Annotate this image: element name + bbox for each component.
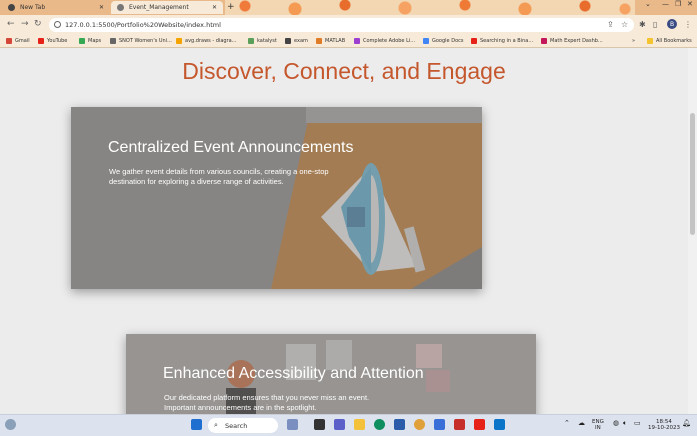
card-description: Our dedicated platform ensures that you … [164,393,370,412]
store-icon[interactable] [394,419,405,430]
bookmark-katalyst[interactable]: katalyst [248,38,277,44]
taskbar: ⌕ Search ⌃ ☁ ENG IN ◍ 🔈︎ ▭ 18:54 19-10-2… [0,414,697,436]
bookmark-star-icon[interactable]: ☆ [621,20,628,29]
globe-icon [117,4,124,11]
new-tab-button[interactable]: + [227,2,235,12]
clock-date: 19-10-2023 [648,425,680,431]
gmail-icon [6,38,12,44]
file-explorer-icon[interactable] [354,419,365,430]
chrome-icon [8,4,15,11]
docs-icon [423,38,429,44]
folder-icon [647,38,653,44]
menu-icon[interactable]: ⋮ [684,20,692,29]
region-label: IN [595,425,601,431]
share-icon[interactable]: ⇪ [607,20,614,29]
tab-label: New Tab [20,4,46,11]
draw-icon [176,38,182,44]
katalyst-icon [248,38,254,44]
address-bar-row: ← → ↻ 127.0.0.1:5500/Portfolio%20Website… [0,15,697,35]
edge-icon[interactable] [374,419,385,430]
minimize-icon[interactable]: — [662,0,669,8]
search-icon: ⌕ [214,421,218,429]
globe-icon [285,38,291,44]
bookmark-maps[interactable]: Maps [79,38,101,44]
matlab-icon [316,38,322,44]
maps-icon [79,38,85,44]
bookmarks-bar: Gmail YouTube Maps SNOT Women's Uni... a… [0,35,697,48]
restore-icon[interactable]: ❐ [675,0,681,8]
more-bookmarks-icon[interactable]: » [632,38,635,44]
feature-card-accessibility: Enhanced Accessibility and Attention Our… [126,334,536,414]
task-view-icon[interactable] [314,419,325,430]
card-title: Centralized Event Announcements [108,139,354,156]
bookmark-gmail[interactable]: Gmail [6,38,30,44]
theme-floral-pattern [225,0,635,15]
math-icon [541,38,547,44]
chat-icon[interactable] [334,419,345,430]
card-overlay [71,107,482,289]
mcafee-icon[interactable] [454,419,465,430]
tab-bar: New Tab ✕ Event_Management ✕ + ⌄ — ❐ ✕ [0,0,697,15]
app-icon[interactable] [434,419,445,430]
tab-label: Event_Management [129,4,189,11]
volume-icon[interactable]: 🔈︎ [623,420,627,427]
url-field[interactable]: 127.0.0.1:5500/Portfolio%20Website/index… [49,18,634,32]
tab-new-tab[interactable]: New Tab ✕ [2,1,110,14]
taskbar-search[interactable]: ⌕ Search [208,418,278,433]
scrollbar-thumb[interactable] [690,113,695,235]
side-panel-icon[interactable]: ▯ [653,20,657,29]
bookmark-binary-search[interactable]: Searching in a Bina... [471,38,533,44]
all-bookmarks[interactable]: All Bookmarks [647,38,692,44]
bookmark-snot[interactable]: SNOT Women's Uni... [110,38,172,44]
vertical-scrollbar[interactable] [688,48,697,414]
bookmark-math-expert[interactable]: Math Expert Dashb... [541,38,603,44]
battery-icon[interactable]: ▭ [634,420,641,427]
browser-chrome: New Tab ✕ Event_Management ✕ + ⌄ — ❐ ✕ ←… [0,0,697,48]
chrome-icon[interactable] [414,419,425,430]
close-tab-icon[interactable]: ✕ [212,4,217,11]
forward-arrow-icon[interactable]: → [21,19,29,29]
weather-icon[interactable] [5,419,16,430]
widget-icon[interactable] [287,419,298,430]
youtube-icon [471,38,477,44]
page-viewport: Discover, Connect, and Engage Centralize… [0,48,688,414]
youtube-icon [38,38,44,44]
card-description: We gather event details from various cou… [109,167,329,186]
windows-start-icon[interactable] [191,419,202,430]
cloud-icon[interactable]: ☁ [578,420,585,427]
site-info-icon[interactable] [54,21,61,28]
vscode-icon[interactable] [494,419,505,430]
globe-icon [110,38,116,44]
tab-event-management[interactable]: Event_Management ✕ [111,1,223,14]
page-heading: Discover, Connect, and Engage [182,58,506,84]
close-window-icon[interactable]: ✕ [687,0,693,8]
bookmark-google-docs[interactable]: Google Docs [423,38,463,44]
tab-search-icon[interactable]: ⌄ [645,0,651,8]
feature-card-announcements: Centralized Event Announcements We gathe… [71,107,482,289]
notification-bell-icon[interactable]: 🔔︎ [682,420,691,427]
bookmark-youtube[interactable]: YouTube [38,38,67,44]
clock[interactable]: 18:54 19-10-2023 [648,419,680,431]
reload-icon[interactable]: ↻ [34,19,42,29]
bookmark-adobe[interactable]: Complete Adobe Li... [354,38,415,44]
close-tab-icon[interactable]: ✕ [99,4,104,11]
card-title: Enhanced Accessibility and Attention [163,365,424,382]
bookmark-avg-draws[interactable]: avg.draws - diagra... [176,38,236,44]
back-arrow-icon[interactable]: ← [7,19,15,29]
youtube-icon[interactable] [474,419,485,430]
search-label: Search [225,421,248,430]
profile-avatar[interactable]: B [667,19,677,29]
language-indicator[interactable]: ENG IN [592,419,604,431]
bookmark-exam[interactable]: exam [285,38,308,44]
wifi-icon[interactable]: ◍ [613,420,619,427]
adobe-icon [354,38,360,44]
url-text: 127.0.0.1:5500/Portfolio%20Website/index… [65,21,221,29]
chevron-up-icon[interactable]: ⌃ [564,420,570,427]
extensions-icon[interactable]: ✱ [639,20,646,29]
bookmark-matlab[interactable]: MATLAB [316,38,345,44]
